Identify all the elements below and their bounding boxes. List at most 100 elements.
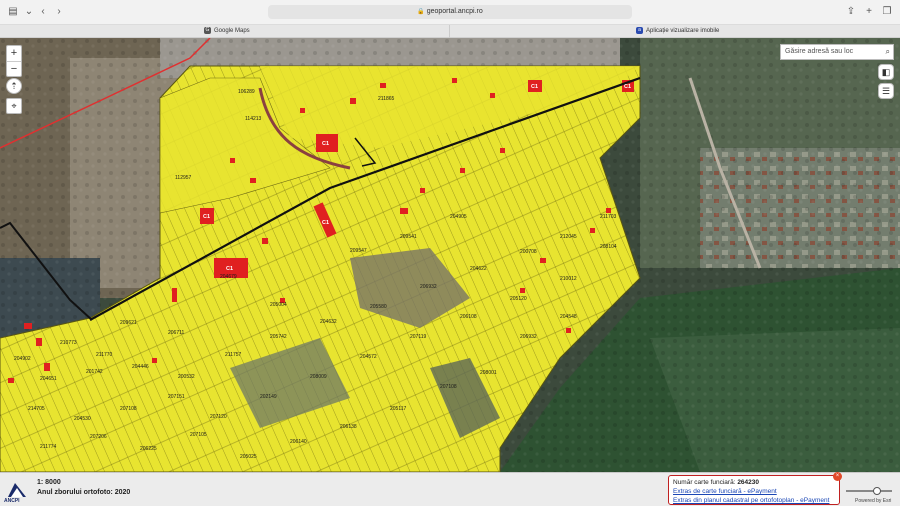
parcel-number: 205117 <box>390 406 407 412</box>
tab-label: Aplicație vizualizare imobile <box>646 28 720 34</box>
parcel-number: 209621 <box>120 320 137 326</box>
parcel-number: 112957 <box>175 175 192 181</box>
parcel-number: 209547 <box>350 248 367 254</box>
parcel-number: 211865 <box>378 96 395 102</box>
building-label: C1 <box>322 141 329 147</box>
parcel-number: 200708 <box>520 249 537 255</box>
tab-bar: G Google Maps a Aplicație vizualizare imob… <box>0 25 900 38</box>
parcel-number: 214705 <box>28 406 45 412</box>
cf-number-label: Număr carte funciară: <box>673 479 736 486</box>
ancpi-favicon-icon: a <box>636 26 643 34</box>
parcel-number: 210012 <box>560 276 577 282</box>
tab-imobile[interactable]: a Aplicație vizualizare imobile <box>632 25 900 38</box>
parcel-number: 205025 <box>240 454 257 460</box>
parcel-number: 204622 <box>470 266 487 272</box>
parcel-number: 205580 <box>370 304 387 310</box>
carte-funciara-link[interactable]: Extras de carte funciară - ePayment <box>673 487 835 496</box>
parcel-number: 206140 <box>290 439 307 445</box>
cf-number: 264230 <box>737 479 760 486</box>
search-input[interactable]: Găsire adresă sau loc <box>785 48 853 55</box>
parcel-info-panel: Număr carte funciară: 264230 Extras de c… <box>668 475 840 505</box>
parcel-number: 211774 <box>40 444 57 450</box>
parcel-number: 210773 <box>60 340 77 346</box>
parcel-number: 206138 <box>340 424 357 430</box>
parcel-number: 206108 <box>460 314 477 320</box>
zoom-control: + − <box>6 45 22 77</box>
ortho-year-label: Anul zborului ortofoto: 2020 <box>37 489 131 496</box>
parcel-number: 205004 <box>270 302 287 308</box>
parcel-number: 204548 <box>560 314 577 320</box>
parcel-number: 202149 <box>260 394 277 400</box>
parcel-number: 204651 <box>40 376 57 382</box>
parcel-number: 208104 <box>600 244 617 250</box>
parcel-number: 204572 <box>360 354 377 360</box>
legend-button[interactable]: ☰ <box>878 83 894 99</box>
back-icon[interactable]: ‹ <box>38 5 48 19</box>
compass-icon: ⇡ <box>10 81 18 91</box>
parcel-number: 208001 <box>480 370 497 376</box>
parcel-number: 207108 <box>440 384 457 390</box>
parcel-number: 211757 <box>225 352 242 358</box>
parcel-number: 204905 <box>450 214 467 220</box>
parcel-number: 208009 <box>310 374 327 380</box>
esri-attribution: Powered by Esri <box>855 498 892 504</box>
url-field[interactable]: 🔒 geoportal.ancpi.ro <box>268 5 632 19</box>
tab-google-maps[interactable]: G Google Maps <box>200 25 450 38</box>
parcel-number: 207151 <box>168 394 185 400</box>
forward-icon[interactable]: › <box>54 5 64 19</box>
google-maps-favicon-icon: G <box>204 26 211 34</box>
zoom-in-button[interactable]: + <box>7 46 21 61</box>
logo-text: ANCPI <box>4 498 20 504</box>
building-label: C1 <box>531 84 538 90</box>
parcel-number: 207120 <box>210 414 227 420</box>
locate-button[interactable]: ⌖ <box>6 98 22 114</box>
lock-icon: 🔒 <box>417 9 425 15</box>
search-box[interactable]: Găsire adresă sau loc ⌕ <box>780 44 894 60</box>
parcel-number: 206932 <box>520 334 537 340</box>
new-tab-icon[interactable]: + <box>864 5 874 19</box>
close-icon[interactable]: × <box>833 472 842 481</box>
tab-label: Google Maps <box>214 28 250 34</box>
parcel-number: 211703 <box>600 214 617 220</box>
parcel-number: 207119 <box>410 334 427 340</box>
search-icon[interactable]: ⌕ <box>886 45 890 59</box>
layers-icon: ◧ <box>881 67 891 77</box>
plan-cadastral-link[interactable]: Extras din planul cadastral pe ortofotop… <box>673 496 835 505</box>
parcel-number: 207108 <box>120 406 137 412</box>
transparency-slider[interactable] <box>846 490 892 492</box>
building-label: C1 <box>624 84 631 90</box>
parcel-number: 114213 <box>245 116 262 122</box>
building-label: C1 <box>226 266 233 272</box>
parcel-number: 209541 <box>400 234 417 240</box>
tabs-overview-icon[interactable]: ❐ <box>881 5 893 19</box>
building-label: C1 <box>203 214 210 220</box>
parcel-number: 204446 <box>132 364 149 370</box>
list-icon: ☰ <box>881 86 891 96</box>
building-label: C1 <box>322 220 329 226</box>
share-icon[interactable]: ⇪ <box>846 5 856 19</box>
parcel-number: 204679 <box>220 274 237 280</box>
parcel-number: 205120 <box>510 296 527 302</box>
slider-handle[interactable] <box>873 487 881 495</box>
url-text: geoportal.ancpi.ro <box>426 8 483 15</box>
locate-icon: ⌖ <box>11 101 17 111</box>
map-view[interactable]: 106289 112957 114213 211865 204679 205004 2067… <box>0 38 900 472</box>
chevron-down-icon[interactable]: ⌄ <box>24 5 34 19</box>
map-canvas[interactable]: 106289 112957 114213 211865 204679 205004 2067… <box>0 38 900 472</box>
parcel-number: 206225 <box>140 446 157 452</box>
parcel-number: 211770 <box>96 352 113 358</box>
compass-button[interactable]: ⇡ <box>6 78 22 94</box>
sidebar-toggle-icon[interactable]: ▤ <box>6 5 20 19</box>
parcel-number: 204632 <box>320 319 337 325</box>
scale-label: 1: 8000 <box>37 479 61 486</box>
parcel-number: 207206 <box>90 434 107 440</box>
parcel-number: 206711 <box>168 330 185 336</box>
parcel-number: 106289 <box>238 89 255 95</box>
parcel-number: 212045 <box>560 234 577 240</box>
parcel-number: 204902 <box>14 356 31 362</box>
zoom-out-button[interactable]: − <box>7 61 21 76</box>
parcel-number: 200532 <box>178 374 195 380</box>
basemap-button[interactable]: ◧ <box>878 64 894 80</box>
parcel-number: 205742 <box>270 334 287 340</box>
parcel-number: 204530 <box>74 416 91 422</box>
